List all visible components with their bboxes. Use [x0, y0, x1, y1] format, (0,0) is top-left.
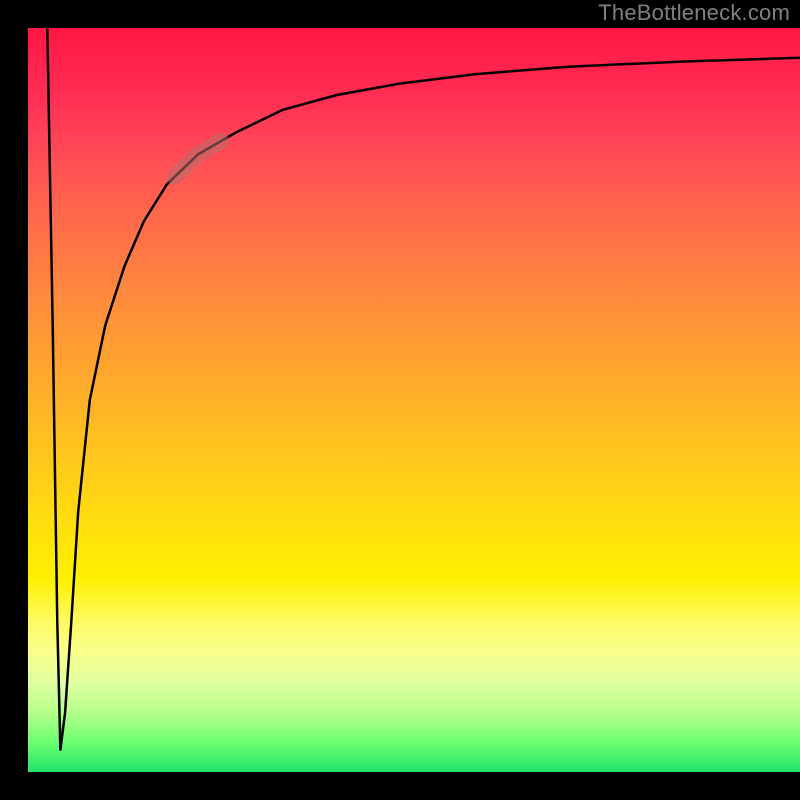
chart-stage: TheBottleneck.com	[0, 0, 800, 800]
curve-svg	[28, 28, 800, 772]
plot-area	[28, 28, 800, 772]
watermark-text: TheBottleneck.com	[598, 0, 790, 26]
bottleneck-curve	[47, 28, 800, 750]
highlight-marker	[175, 141, 221, 177]
